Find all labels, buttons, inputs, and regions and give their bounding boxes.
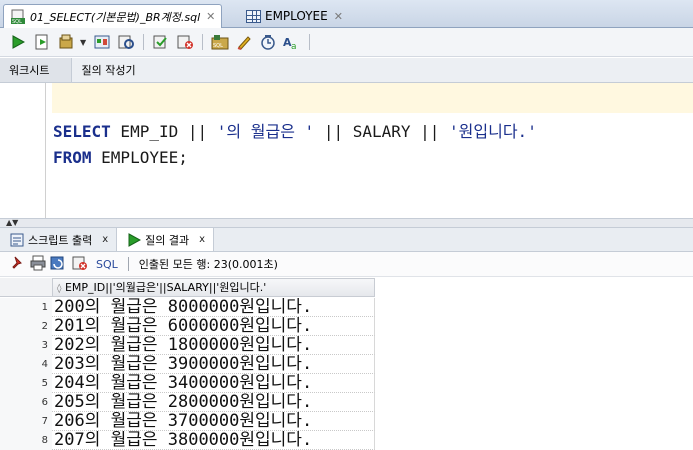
close-icon[interactable]: ✕: [206, 10, 215, 23]
table-grid-icon: [246, 9, 261, 23]
unshared-sql-icon[interactable]: SQL: [210, 32, 230, 52]
close-icon[interactable]: x: [102, 234, 108, 245]
table-row[interactable]: 4 203의 월급은 3900000원입니다.: [0, 355, 375, 374]
cancel-query-icon[interactable]: [72, 255, 88, 274]
code-line-select[interactable]: SELECT EMP_ID || '의 월급은 ' || SALARY || '…: [53, 118, 537, 142]
sql-link[interactable]: SQL: [96, 258, 118, 271]
editor-gutter: [0, 83, 45, 218]
row-number: 5: [0, 374, 52, 393]
gutter-divider: [45, 83, 46, 218]
results-grid[interactable]: ◊ EMP_ID||'의월급은'||SALARY||'원입니다.' 1 200의 …: [0, 278, 693, 450]
history-icon[interactable]: [258, 32, 278, 52]
current-line-highlight: [52, 83, 693, 113]
toolbar-divider: [127, 257, 129, 271]
worksheet-tab-bar: 워크시트 질의 작성기: [0, 58, 693, 83]
explain-plan-icon[interactable]: [92, 32, 112, 52]
sort-icon: ◊: [57, 284, 62, 294]
table-cell[interactable]: 206의 월급은 3700000원입니다.: [52, 412, 375, 431]
result-tab-bar: 스크립트 출력 x 질의 결과 x: [0, 228, 693, 252]
row-number: 8: [0, 431, 52, 450]
run-icon: [128, 232, 142, 247]
tab-worksheet[interactable]: 워크시트: [0, 58, 73, 82]
tab-label: EMPLOYEE: [265, 9, 328, 23]
tab-script-output[interactable]: 스크립트 출력 x: [0, 228, 116, 251]
tab-employee[interactable]: EMPLOYEE ✕: [240, 4, 349, 28]
result-toolbar: SQL 인출된 모든 행: 23(0.001초): [0, 252, 693, 277]
toolbar-divider: [309, 34, 310, 50]
clear-icon[interactable]: [234, 32, 254, 52]
code-string: '원입니다.': [449, 122, 537, 141]
code-identifier: || SALARY ||: [314, 122, 450, 141]
tab-label: 01_SELECT(기본문법)_BR계정.sql: [30, 10, 201, 24]
sql-file-icon: SQL: [10, 9, 26, 25]
column-header[interactable]: ◊ EMP_ID||'의월급은'||SALARY||'원입니다.': [52, 278, 375, 297]
tab-sql-worksheet[interactable]: SQL 01_SELECT(기본문법)_BR계정.sql ✕: [3, 4, 223, 28]
table-row[interactable]: 2 201의 월급은 6000000원입니다.: [0, 317, 375, 336]
row-number: 6: [0, 393, 52, 412]
close-icon[interactable]: ✕: [334, 10, 343, 23]
pin-icon[interactable]: [10, 255, 26, 274]
table-row[interactable]: 5 204의 월급은 3400000원입니다.: [0, 374, 375, 393]
table-cell[interactable]: 204의 월급은 3400000원입니다.: [52, 374, 375, 393]
row-number: 1: [0, 298, 52, 317]
run-script-icon[interactable]: [32, 32, 52, 52]
toolbar-divider: [202, 34, 203, 50]
tab-label: 스크립트 출력: [28, 233, 93, 247]
table-cell[interactable]: 205의 월급은 2800000원입니다.: [52, 393, 375, 412]
tab-query-builder[interactable]: 질의 작성기: [72, 58, 144, 82]
rollback-icon[interactable]: [151, 32, 171, 52]
worksheet-toolbar: ▼ SQL Aa: [0, 28, 693, 57]
table-cell[interactable]: 203의 월급은 3900000원입니다.: [52, 355, 375, 374]
table-row[interactable]: 8 207의 월급은 3800000원입니다.: [0, 431, 375, 450]
svg-text:a: a: [291, 42, 297, 50]
close-icon[interactable]: x: [199, 234, 205, 245]
commit-icon[interactable]: [56, 32, 76, 52]
code-line-from[interactable]: FROM EMPLOYEE;: [53, 148, 188, 167]
svg-text:SQL: SQL: [12, 19, 22, 25]
toolbar-divider: [143, 34, 144, 50]
table-cell[interactable]: 202의 월급은 1800000원입니다.: [52, 336, 375, 355]
format-icon[interactable]: Aa: [282, 32, 302, 52]
print-icon[interactable]: [30, 255, 46, 274]
row-number: 3: [0, 336, 52, 355]
row-number: 7: [0, 412, 52, 431]
run-statement-icon[interactable]: [8, 32, 28, 52]
column-header-label: EMP_ID||'의월급은'||SALARY||'원입니다.': [64, 281, 267, 294]
refresh-icon[interactable]: [50, 255, 68, 274]
table-cell[interactable]: 200의 월급은 8000000원입니다.: [52, 298, 375, 317]
script-output-icon: [10, 233, 24, 246]
sql-editor[interactable]: SELECT EMP_ID || '의 월급은 ' || SALARY || '…: [0, 83, 693, 218]
chevron-down-icon[interactable]: ▼: [80, 38, 88, 47]
row-number: 2: [0, 317, 52, 336]
table-row[interactable]: 6 205의 월급은 2800000원입니다.: [0, 393, 375, 412]
fetch-status: 인출된 모든 행: 23(0.001초): [138, 258, 278, 271]
editor-tab-bar: SQL 01_SELECT(기본문법)_BR계정.sql ✕ EMPLOYEE …: [0, 0, 693, 28]
grid-corner: [0, 278, 52, 297]
sql-tuning-icon[interactable]: [175, 32, 195, 52]
row-number: 4: [0, 355, 52, 374]
table-row[interactable]: 3 202의 월급은 1800000원입니다.: [0, 336, 375, 355]
code-string: '의 월급은 ': [216, 122, 315, 141]
keyword-select: SELECT: [53, 122, 111, 141]
tab-label: 질의 결과: [145, 233, 190, 247]
table-cell[interactable]: 201의 월급은 6000000원입니다.: [52, 317, 375, 336]
table-row[interactable]: 7 206의 월급은 3700000원입니다.: [0, 412, 375, 431]
table-row[interactable]: 1 200의 월급은 8000000원입니다.: [0, 298, 375, 317]
svg-text:SQL: SQL: [213, 43, 223, 49]
code-identifier: EMPLOYEE;: [91, 148, 188, 167]
autotrace-icon[interactable]: [116, 32, 136, 52]
code-identifier: EMP_ID ||: [110, 122, 217, 141]
panel-splitter[interactable]: ▲▼: [0, 218, 693, 228]
tab-query-result[interactable]: 질의 결과 x: [116, 228, 215, 251]
table-cell[interactable]: 207의 월급은 3800000원입니다.: [52, 431, 375, 450]
keyword-from: FROM: [53, 148, 92, 167]
